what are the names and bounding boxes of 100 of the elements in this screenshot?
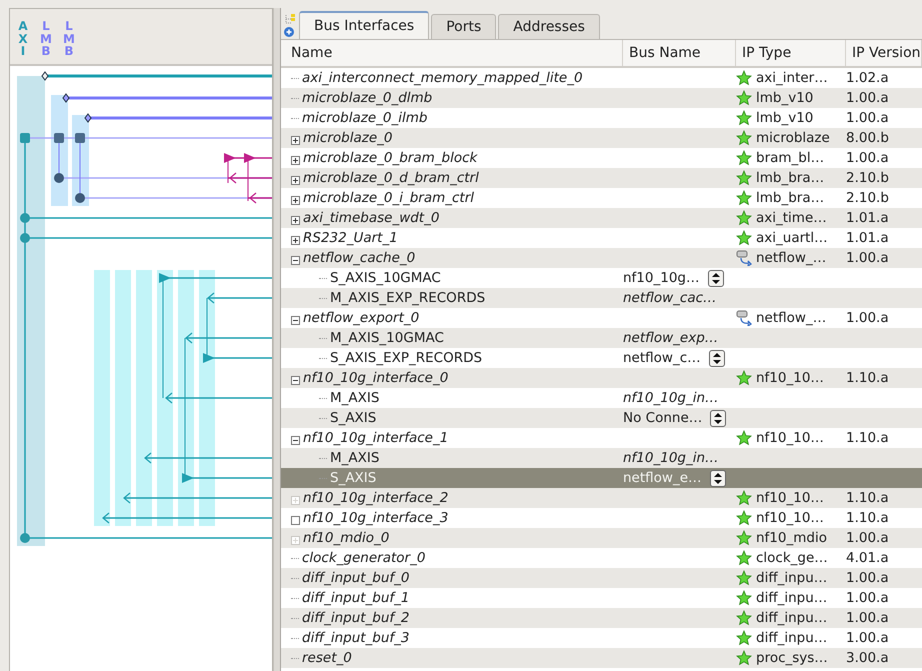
- table-row[interactable]: microblaze_0_dlmb lmb_v10 1.00.a: [281, 88, 922, 108]
- ip-version-cell: 1.10.a: [846, 370, 889, 386]
- collapse-icon[interactable]: [291, 256, 300, 264]
- table-row[interactable]: M_AXIS_10GMAC netflow_exp…: [281, 328, 922, 348]
- ip-type-cell: bram_bl…: [756, 150, 824, 166]
- ip-version-cell: 2.10.b: [846, 190, 889, 206]
- expand-icon[interactable]: [291, 156, 300, 164]
- collapse-icon[interactable]: [291, 316, 300, 324]
- ip-type-cell: lmb_v10: [756, 90, 814, 106]
- name-cell: M_AXIS: [330, 390, 380, 406]
- column-header[interactable]: Name: [285, 40, 623, 66]
- name-cell: nf10_10g_interface_0: [303, 370, 448, 386]
- ip-type-cell: lmb_bra…: [756, 170, 824, 186]
- ip-version-cell: 1.00.a: [846, 110, 889, 126]
- bus-name-cell: netflow_e…: [623, 470, 702, 486]
- table-row[interactable]: diff_input_buf_2 diff_inpu… 1.00.a: [281, 608, 922, 628]
- ip-type-cell: nf10_10…: [756, 370, 824, 386]
- updown-icon: [714, 472, 722, 484]
- ip-version-cell: 4.01.a: [846, 550, 889, 566]
- ip-version-cell: 1.10.a: [846, 510, 889, 526]
- name-cell: diff_input_buf_3: [302, 630, 410, 646]
- table-row[interactable]: M_AXIS_EXP_RECORDS netflow_cac…: [281, 288, 922, 308]
- table-row[interactable]: M_AXIS nf10_10g_in…: [281, 448, 922, 468]
- ip-type-cell: diff_inpu…: [756, 590, 828, 606]
- bus-label: LMB: [40, 20, 52, 58]
- name-cell: axi_interconnect_memory_mapped_lite_0: [302, 70, 583, 86]
- name-cell: S_AXIS: [330, 410, 376, 426]
- ip-type-cell: nf10_10…: [756, 510, 824, 526]
- updown-icon: [712, 272, 720, 284]
- empty-box-icon[interactable]: [291, 516, 300, 524]
- collapse-icon[interactable]: [291, 376, 300, 384]
- tab[interactable]: Ports: [431, 14, 496, 39]
- add-tree-icon[interactable]: [283, 13, 297, 39]
- column-header[interactable]: IP Type: [736, 40, 846, 66]
- name-cell: RS232_Uart_1: [303, 230, 398, 246]
- name-cell: M_AXIS_EXP_RECORDS: [330, 290, 486, 306]
- name-cell: nf10_10g_interface_1: [303, 430, 448, 446]
- table-row[interactable]: netflow_cache_0 netflow_… 1.00.a: [281, 248, 922, 268]
- spin-button[interactable]: [710, 470, 726, 486]
- ip-version-cell: 1.00.a: [846, 630, 889, 646]
- column-header[interactable]: Bus Name: [623, 40, 736, 66]
- table-row[interactable]: nf10_mdio_0 nf10_mdio 1.00.a: [281, 528, 922, 548]
- ip-version-cell: 3.00.a: [846, 650, 889, 666]
- column-header[interactable]: IP Version: [846, 40, 922, 66]
- table-row[interactable]: nf10_10g_interface_0 nf10_10… 1.10.a: [281, 368, 922, 388]
- ip-version-cell: 1.01.a: [846, 210, 889, 226]
- name-cell: S_AXIS_10GMAC: [330, 270, 441, 286]
- table-row[interactable]: diff_input_buf_0 diff_inpu… 1.00.a: [281, 568, 922, 588]
- ip-type-cell: netflow_…: [756, 250, 826, 266]
- ip-version-cell: 1.00.a: [846, 610, 889, 626]
- name-cell: diff_input_buf_0: [302, 570, 410, 586]
- expand-icon[interactable]: [291, 236, 300, 244]
- ip-version-cell: 1.02.a: [846, 70, 889, 86]
- expand-icon[interactable]: [291, 196, 300, 204]
- expand-icon[interactable]: [291, 176, 300, 184]
- table-row[interactable]: axi_timebase_wdt_0 axi_time… 1.01.a: [281, 208, 922, 228]
- name-cell: nf10_10g_interface_2: [303, 490, 448, 506]
- bus-name-cell: netflow_c…: [623, 350, 701, 366]
- ip-type-cell: diff_inpu…: [756, 630, 828, 646]
- ip-version-cell: 1.00.a: [846, 90, 889, 106]
- updown-icon: [714, 412, 722, 424]
- ip-type-cell: microblaze: [756, 130, 830, 146]
- table-row[interactable]: S_AXIS No Conne…: [281, 408, 922, 428]
- expand-icon[interactable]: [291, 136, 300, 144]
- spin-button[interactable]: [708, 270, 724, 286]
- spin-button[interactable]: [710, 410, 726, 426]
- ip-version-cell: 1.00.a: [846, 590, 889, 606]
- name-cell: S_AXIS: [330, 470, 376, 486]
- name-cell: microblaze_0_bram_block: [303, 150, 478, 166]
- ip-type-cell: proc_sys…: [756, 650, 828, 666]
- name-cell: nf10_10g_interface_3: [303, 510, 448, 526]
- name-cell: nf10_mdio_0: [303, 530, 390, 546]
- bus-name-cell: nf10_10g_in…: [623, 390, 719, 406]
- name-cell: microblaze_0_i_bram_ctrl: [303, 190, 474, 206]
- bus-label: LMB: [63, 20, 75, 58]
- expand-icon[interactable]: [291, 216, 300, 224]
- ip-type-cell: nf10_10…: [756, 430, 824, 446]
- tab[interactable]: Addresses: [498, 14, 600, 39]
- ip-version-cell: 2.10.b: [846, 170, 889, 186]
- tab[interactable]: Bus Interfaces: [299, 11, 430, 39]
- name-cell: M_AXIS: [330, 450, 380, 466]
- table-row[interactable]: microblaze_0_d_bram_ctrl lmb_bra… 2.10.b: [281, 168, 922, 188]
- ip-version-cell: 1.00.a: [846, 570, 889, 586]
- ip-type-cell: lmb_v10: [756, 110, 814, 126]
- table-row[interactable]: microblaze_0 microblaze 8.00.b: [281, 128, 922, 148]
- ip-type-cell: netflow_…: [756, 310, 826, 326]
- ip-type-cell: nf10_10…: [756, 490, 824, 506]
- ip-version-cell: 1.10.a: [846, 430, 889, 446]
- updown-icon: [712, 352, 721, 364]
- ip-type-cell: clock_ge…: [756, 550, 828, 566]
- ip-version-cell: 1.00.a: [846, 530, 889, 546]
- table-row[interactable]: nf10_10g_interface_2 nf10_10… 1.10.a: [281, 488, 922, 508]
- ip-type-cell: axi_time…: [756, 210, 827, 226]
- spin-button[interactable]: [708, 350, 725, 366]
- name-cell: axi_timebase_wdt_0: [303, 210, 440, 226]
- collapse-icon[interactable]: [291, 436, 300, 444]
- table-row[interactable]: reset_0 proc_sys… 3.00.a: [281, 648, 922, 668]
- name-cell: microblaze_0_d_bram_ctrl: [303, 170, 479, 186]
- bus-name-cell: nf10_10g_in…: [623, 450, 719, 466]
- name-cell: netflow_export_0: [303, 310, 420, 326]
